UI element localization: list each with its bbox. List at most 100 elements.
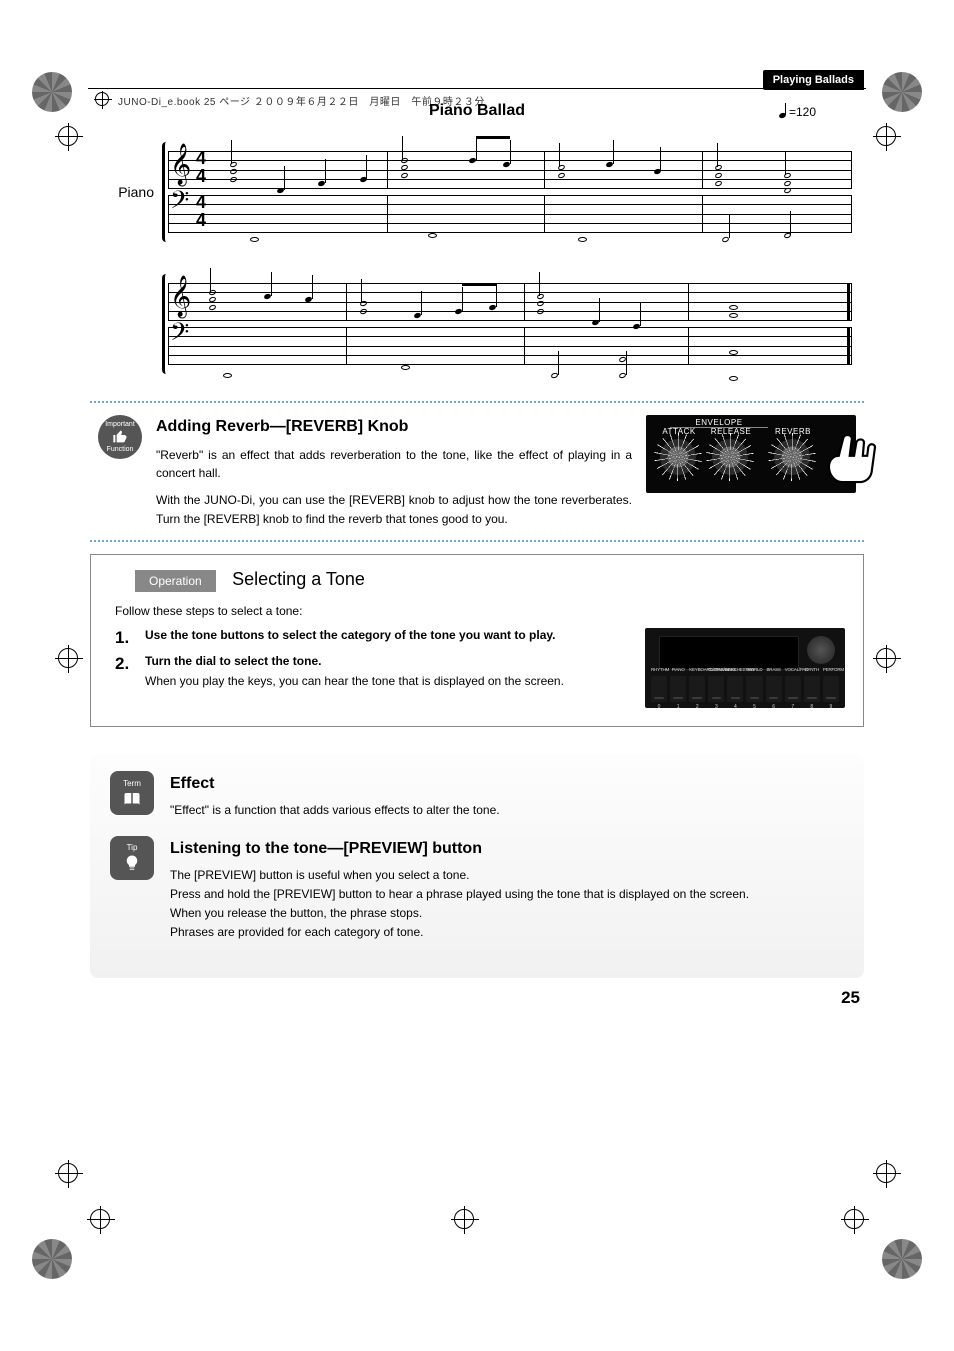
- tone-panel-illustration: RHYTHM0PIANO1KEYBOARD/ORGAN2GUITAR/BASS3…: [645, 628, 845, 708]
- panel-group-label: ENVELOPE: [691, 418, 746, 427]
- tone-category-label: GUITAR/BASS: [708, 667, 724, 672]
- effect-paragraph: "Effect" is a function that adds various…: [170, 801, 844, 820]
- treble-clef-icon: 𝄞: [170, 145, 191, 183]
- step-number: 2.: [115, 654, 137, 688]
- tone-category-number: 5: [746, 704, 762, 710]
- crop-mark: [876, 648, 896, 668]
- step-text: Use the tone buttons to select the categ…: [145, 628, 555, 642]
- tone-category-number: 9: [823, 704, 839, 710]
- bass-staff: 𝄢: [168, 327, 852, 365]
- operation-intro: Follow these steps to select a tone:: [115, 604, 845, 618]
- preview-paragraph: When you release the button, the phrase …: [170, 904, 844, 923]
- tone-category-label: PERFORM: [823, 667, 839, 672]
- reverb-knob: [774, 439, 810, 475]
- book-icon: [123, 790, 141, 808]
- thumb-icon: [112, 429, 128, 445]
- badge-label: Tip: [127, 843, 138, 852]
- crop-mark: [454, 1209, 474, 1229]
- instrument-label: Piano: [102, 184, 162, 200]
- tone-category-button: RHYTHM0: [651, 676, 667, 702]
- step-number: 1.: [115, 628, 137, 648]
- tone-category-number: 0: [651, 704, 667, 710]
- step-text: Turn the dial to select the tone.: [145, 654, 321, 668]
- score-system-1: Piano 𝄞 44: [102, 127, 852, 257]
- treble-staff: 𝄞: [168, 283, 852, 321]
- bass-staff: 𝄢 44: [168, 195, 852, 233]
- tone-category-button: PIANO1: [670, 676, 686, 702]
- tone-category-label: KEYBOARD/ORGAN: [689, 667, 705, 672]
- section-divider: [90, 401, 864, 403]
- tone-category-button: SYNTH8: [804, 676, 820, 702]
- hand-icon: [818, 423, 888, 493]
- registration-mark: [882, 72, 922, 112]
- lightbulb-icon: [123, 854, 141, 872]
- bass-clef-icon: 𝄢: [170, 317, 189, 355]
- badge-label-bottom: Function: [107, 446, 134, 453]
- tone-category-number: 7: [785, 704, 801, 710]
- term-badge: Term: [110, 771, 154, 815]
- section-tab: Playing Ballads: [763, 70, 864, 90]
- treble-clef-icon: 𝄞: [170, 277, 191, 315]
- preview-paragraph: Press and hold the [PREVIEW] button to h…: [170, 885, 844, 904]
- lcd-screen: [659, 636, 799, 670]
- tone-category-label: VOCAL/PAD: [785, 667, 801, 672]
- tone-category-button: KEYBOARD/ORGAN2: [689, 676, 705, 702]
- badge-label: Term: [123, 779, 141, 788]
- bass-clef-icon: 𝄢: [170, 185, 189, 223]
- tone-category-label: RHYTHM: [651, 667, 667, 672]
- step-subtext: When you play the keys, you can hear the…: [145, 674, 633, 688]
- preview-heading: Listening to the tone—[PREVIEW] button: [170, 836, 844, 862]
- time-signature: 44: [196, 149, 206, 185]
- reverb-paragraph: "Reverb" is an effect that adds reverber…: [156, 446, 632, 483]
- tone-category-number: 8: [804, 704, 820, 710]
- tone-category-label: WORLD: [746, 667, 762, 672]
- operation-box: Operation Selecting a Tone Follow these …: [90, 554, 864, 727]
- tip-badge: Tip: [110, 836, 154, 880]
- value-dial: [807, 636, 835, 664]
- effect-heading: Effect: [170, 771, 844, 797]
- tone-category-number: 3: [708, 704, 724, 710]
- preview-paragraph: The [PREVIEW] button is useful when you …: [170, 866, 844, 885]
- treble-staff: 𝄞 44: [168, 151, 852, 189]
- registration-mark: [32, 1239, 72, 1279]
- tone-category-button: ORCHESTRA4: [727, 676, 743, 702]
- operation-title: Selecting a Tone: [232, 569, 365, 589]
- tone-category-number: 1: [670, 704, 686, 710]
- registration-mark: [882, 1239, 922, 1279]
- tone-category-button: PERFORM9: [823, 676, 839, 702]
- important-badge: Important Function: [98, 415, 142, 459]
- tone-category-number: 2: [689, 704, 705, 710]
- crop-mark: [90, 1209, 110, 1229]
- tone-category-button: BRASS6: [766, 676, 782, 702]
- time-signature: 44: [196, 193, 206, 229]
- tone-category-button: GUITAR/BASS3: [708, 676, 724, 702]
- reverb-paragraph: With the JUNO-Di, you can use the [REVER…: [156, 491, 632, 528]
- tip-block: Term Effect "Effect" is a function that …: [90, 755, 864, 978]
- tone-category-button: VOCAL/PAD7: [785, 676, 801, 702]
- section-divider: [90, 540, 864, 542]
- registration-mark: [32, 72, 72, 112]
- step-item: 1. Use the tone buttons to select the ca…: [115, 628, 633, 648]
- operation-tag: Operation: [135, 570, 216, 592]
- crop-mark: [58, 1163, 78, 1183]
- tone-category-number: 4: [727, 704, 743, 710]
- crop-mark: [58, 648, 78, 668]
- tone-category-label: ORCHESTRA: [727, 667, 743, 672]
- crop-mark: [58, 126, 78, 146]
- reverb-knob-panel: ENVELOPE ATTACK RELEASE REVERB: [646, 415, 856, 493]
- score-system-2: 𝄞: [102, 259, 852, 389]
- attack-knob: [660, 439, 696, 475]
- crop-mark: [844, 1209, 864, 1229]
- step-item: 2. Turn the dial to select the tone. Whe…: [115, 654, 633, 688]
- crop-mark: [876, 126, 896, 146]
- crop-mark: [876, 1163, 896, 1183]
- tone-category-label: BRASS: [766, 667, 782, 672]
- tone-category-label: SYNTH: [804, 667, 820, 672]
- page-number: 25: [90, 988, 864, 1008]
- tone-category-button: WORLD5: [746, 676, 762, 702]
- badge-label-top: Important: [105, 421, 135, 428]
- tone-category-number: 6: [766, 704, 782, 710]
- release-knob: [712, 439, 748, 475]
- reverb-heading: Adding Reverb—[REVERB] Knob: [156, 415, 632, 440]
- preview-paragraph: Phrases are provided for each category o…: [170, 923, 844, 942]
